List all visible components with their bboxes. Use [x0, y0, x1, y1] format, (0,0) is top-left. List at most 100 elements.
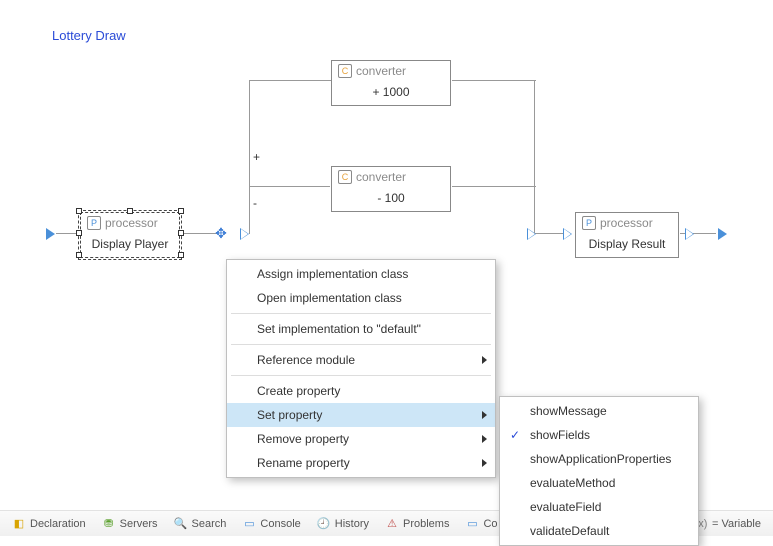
tab-label: = Variable [712, 518, 761, 530]
edge-line [250, 186, 330, 187]
submenu-indicator-icon [482, 459, 487, 467]
check-icon: ✓ [510, 428, 520, 442]
menu-separator [231, 344, 491, 345]
edge-line [249, 80, 331, 81]
processor-icon: P [87, 216, 101, 230]
menu-item-label: evaluateField [530, 500, 601, 514]
menu-item-label: showApplicationProperties [530, 452, 671, 466]
node-header: P processor [576, 213, 678, 233]
node-body: + 1000 [332, 81, 450, 105]
selection-handle[interactable] [76, 208, 82, 214]
tab-label: Declaration [30, 518, 86, 530]
node-type-label: converter [356, 170, 406, 184]
tab-problems[interactable]: ⚠ Problems [379, 515, 455, 533]
node-header: C converter [332, 61, 450, 81]
menu-item-label: showFields [530, 428, 590, 442]
tab-history[interactable]: 🕘 History [311, 515, 375, 533]
node-type-label: converter [356, 64, 406, 78]
submenu-item-evaluatefield[interactable]: evaluateField [500, 495, 698, 519]
menu-item-open-impl[interactable]: Open implementation class [227, 286, 495, 310]
node-body: - 100 [332, 187, 450, 211]
tab-co-truncated[interactable]: ▭ Co [459, 515, 503, 533]
menu-item-remove-property[interactable]: Remove property [227, 427, 495, 451]
selection-handle[interactable] [178, 230, 184, 236]
submenu-indicator-icon [482, 356, 487, 364]
tab-label: History [335, 518, 369, 530]
flow-entry-arrow-icon [46, 228, 55, 240]
submenu-item-showappprops[interactable]: showApplicationProperties [500, 447, 698, 471]
branch-plus-label: + [253, 150, 260, 164]
split-arrow-icon [240, 228, 249, 240]
tab-label: Problems [403, 518, 449, 530]
diagram-title: Lottery Draw [52, 28, 126, 43]
selection-handle[interactable] [76, 252, 82, 258]
submenu-item-validatedefault[interactable]: validateDefault [500, 519, 698, 543]
menu-item-label: Rename property [257, 456, 350, 470]
tab-search[interactable]: 🔍 Search [168, 515, 233, 533]
menu-separator [231, 313, 491, 314]
menu-separator [231, 375, 491, 376]
menu-item-reference-module[interactable]: Reference module [227, 348, 495, 372]
converter-icon: C [338, 170, 352, 184]
node-type-label: processor [600, 216, 653, 230]
submenu-item-showmessage[interactable]: showMessage [500, 399, 698, 423]
node-header: P processor [81, 213, 179, 233]
history-icon: 🕘 [317, 517, 331, 531]
move-handle-icon[interactable]: ✥ [213, 225, 229, 241]
console-icon: ▭ [242, 517, 256, 531]
node-header: C converter [332, 167, 450, 187]
menu-item-label: Remove property [257, 432, 349, 446]
flow-exit-arrow-icon [718, 228, 727, 240]
submenu-item-showfields[interactable]: ✓ showFields [500, 423, 698, 447]
tab-label: Console [260, 518, 300, 530]
edge-line [452, 80, 536, 81]
search-icon: 🔍 [174, 517, 188, 531]
menu-item-create-property[interactable]: Create property [227, 379, 495, 403]
node-body: Display Player [81, 233, 179, 257]
generic-view-icon: ▭ [465, 517, 479, 531]
menu-item-label: evaluateMethod [530, 476, 615, 490]
selection-handle[interactable] [76, 230, 82, 236]
menu-item-label: Set property [257, 408, 322, 422]
submenu-set-property[interactable]: showMessage ✓ showFields showApplication… [499, 396, 699, 546]
tab-label: Co [483, 518, 497, 530]
edge-line [452, 186, 536, 187]
diagram-canvas[interactable]: Lottery Draw + - P processor Display Pla… [0, 0, 773, 510]
tab-servers[interactable]: ⛃ Servers [96, 515, 164, 533]
menu-item-set-property[interactable]: Set property [227, 403, 495, 427]
node-converter-plus[interactable]: C converter + 1000 [331, 60, 451, 106]
selection-handle[interactable] [178, 252, 184, 258]
node-type-label: processor [105, 216, 158, 230]
menu-item-assign-impl[interactable]: Assign implementation class [227, 262, 495, 286]
merge-arrow-icon [527, 228, 536, 240]
node-display-result[interactable]: P processor Display Result [575, 212, 679, 258]
node-converter-minus[interactable]: C converter - 100 [331, 166, 451, 212]
menu-item-label: showMessage [530, 404, 607, 418]
selection-handle[interactable] [127, 208, 133, 214]
edge-line [534, 80, 535, 234]
menu-item-label: Reference module [257, 353, 355, 367]
problems-icon: ⚠ [385, 517, 399, 531]
node-body: Display Result [576, 233, 678, 257]
servers-icon: ⛃ [102, 517, 116, 531]
tab-label: Servers [120, 518, 158, 530]
declaration-icon: ◧ [12, 517, 26, 531]
context-menu[interactable]: Assign implementation class Open impleme… [226, 259, 496, 478]
tab-label: Search [192, 518, 227, 530]
port-arrow-icon [685, 228, 694, 240]
converter-icon: C [338, 64, 352, 78]
processor-icon: P [582, 216, 596, 230]
submenu-item-evaluatemethod[interactable]: evaluateMethod [500, 471, 698, 495]
node-display-player[interactable]: P processor Display Player [80, 212, 180, 258]
edge-line [249, 80, 250, 234]
port-arrow-icon [563, 228, 572, 240]
tab-declaration[interactable]: ◧ Declaration [6, 515, 92, 533]
edge-line [181, 233, 217, 234]
selection-handle[interactable] [178, 208, 184, 214]
menu-item-set-default[interactable]: Set implementation to "default" [227, 317, 495, 341]
tab-console[interactable]: ▭ Console [236, 515, 306, 533]
submenu-indicator-icon [482, 435, 487, 443]
branch-minus-label: - [253, 196, 257, 210]
menu-item-rename-property[interactable]: Rename property [227, 451, 495, 475]
tab-variable-truncated[interactable]: (x) = Variable [688, 515, 767, 533]
